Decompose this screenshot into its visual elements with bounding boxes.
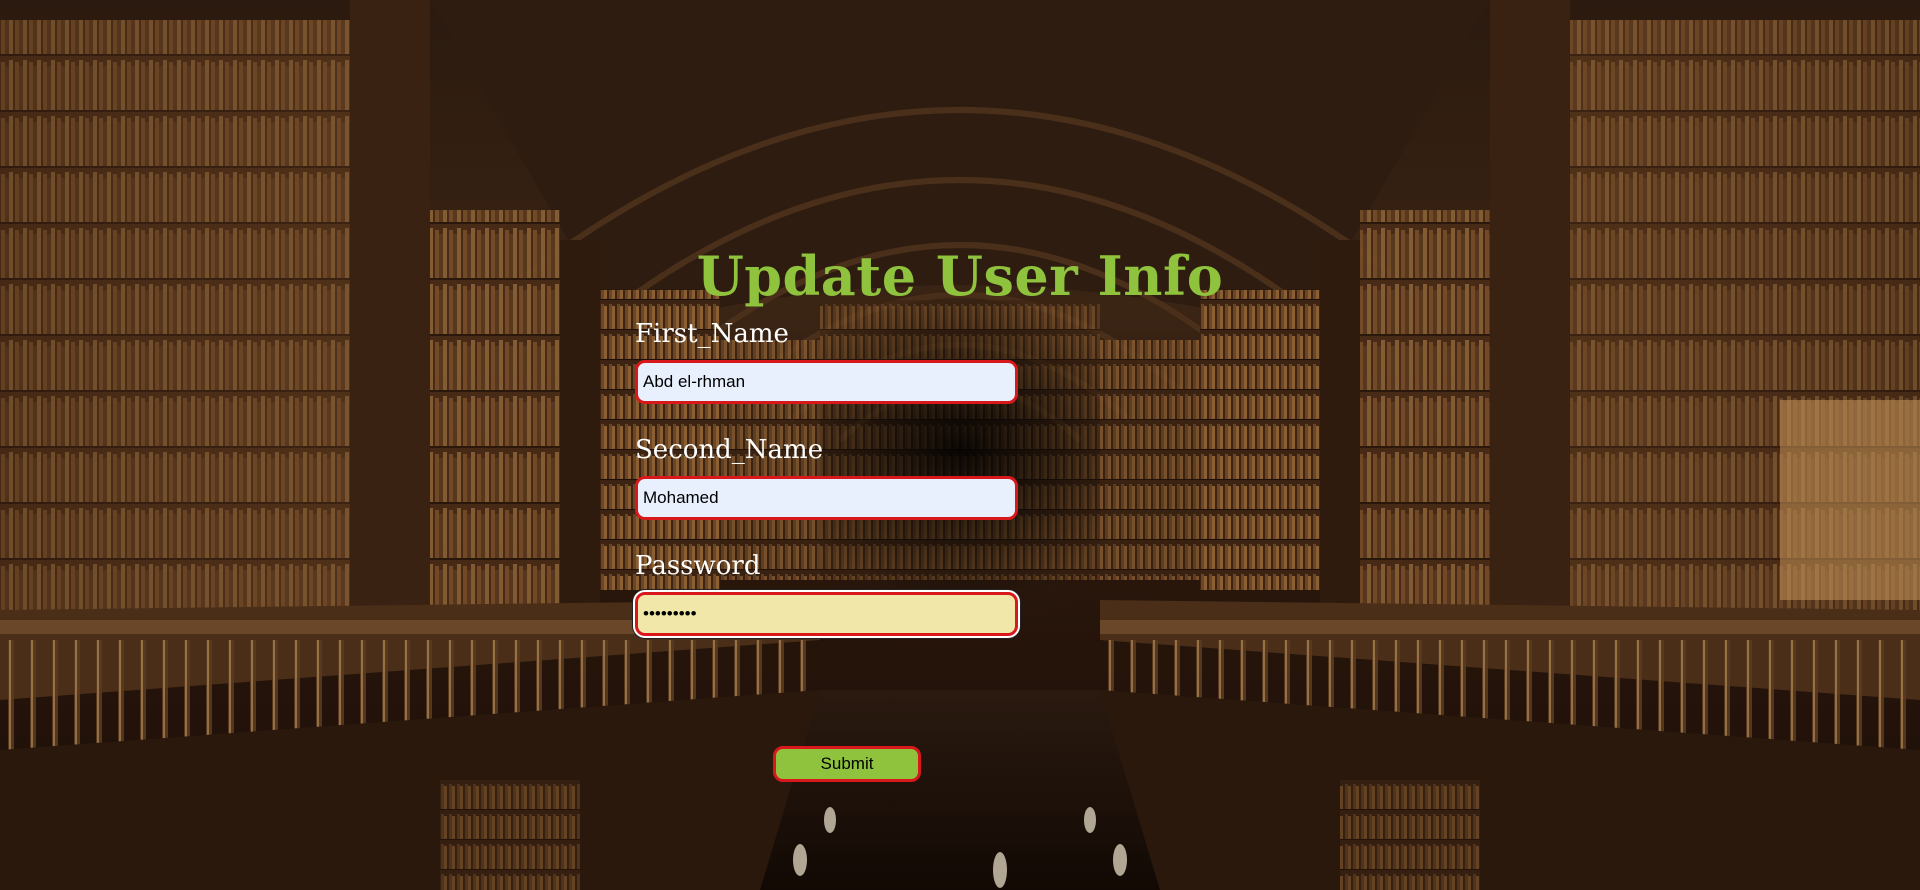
first-name-label: First_Name xyxy=(635,319,789,349)
submit-wrapper: Submit xyxy=(773,746,921,782)
second-name-label: Second_Name xyxy=(635,435,824,465)
second-name-input[interactable] xyxy=(635,476,1018,520)
first-name-input[interactable] xyxy=(635,360,1018,404)
first-name-field: First_Name xyxy=(635,316,1020,404)
submit-button[interactable]: Submit xyxy=(773,746,921,782)
password-input[interactable] xyxy=(635,592,1018,636)
password-label: Password xyxy=(635,551,761,581)
update-user-form: First_Name Second_Name Password xyxy=(635,316,1020,636)
password-field: Password xyxy=(635,548,1020,636)
page-title: Update User Info xyxy=(696,244,1224,308)
second-name-field: Second_Name xyxy=(635,432,1020,520)
